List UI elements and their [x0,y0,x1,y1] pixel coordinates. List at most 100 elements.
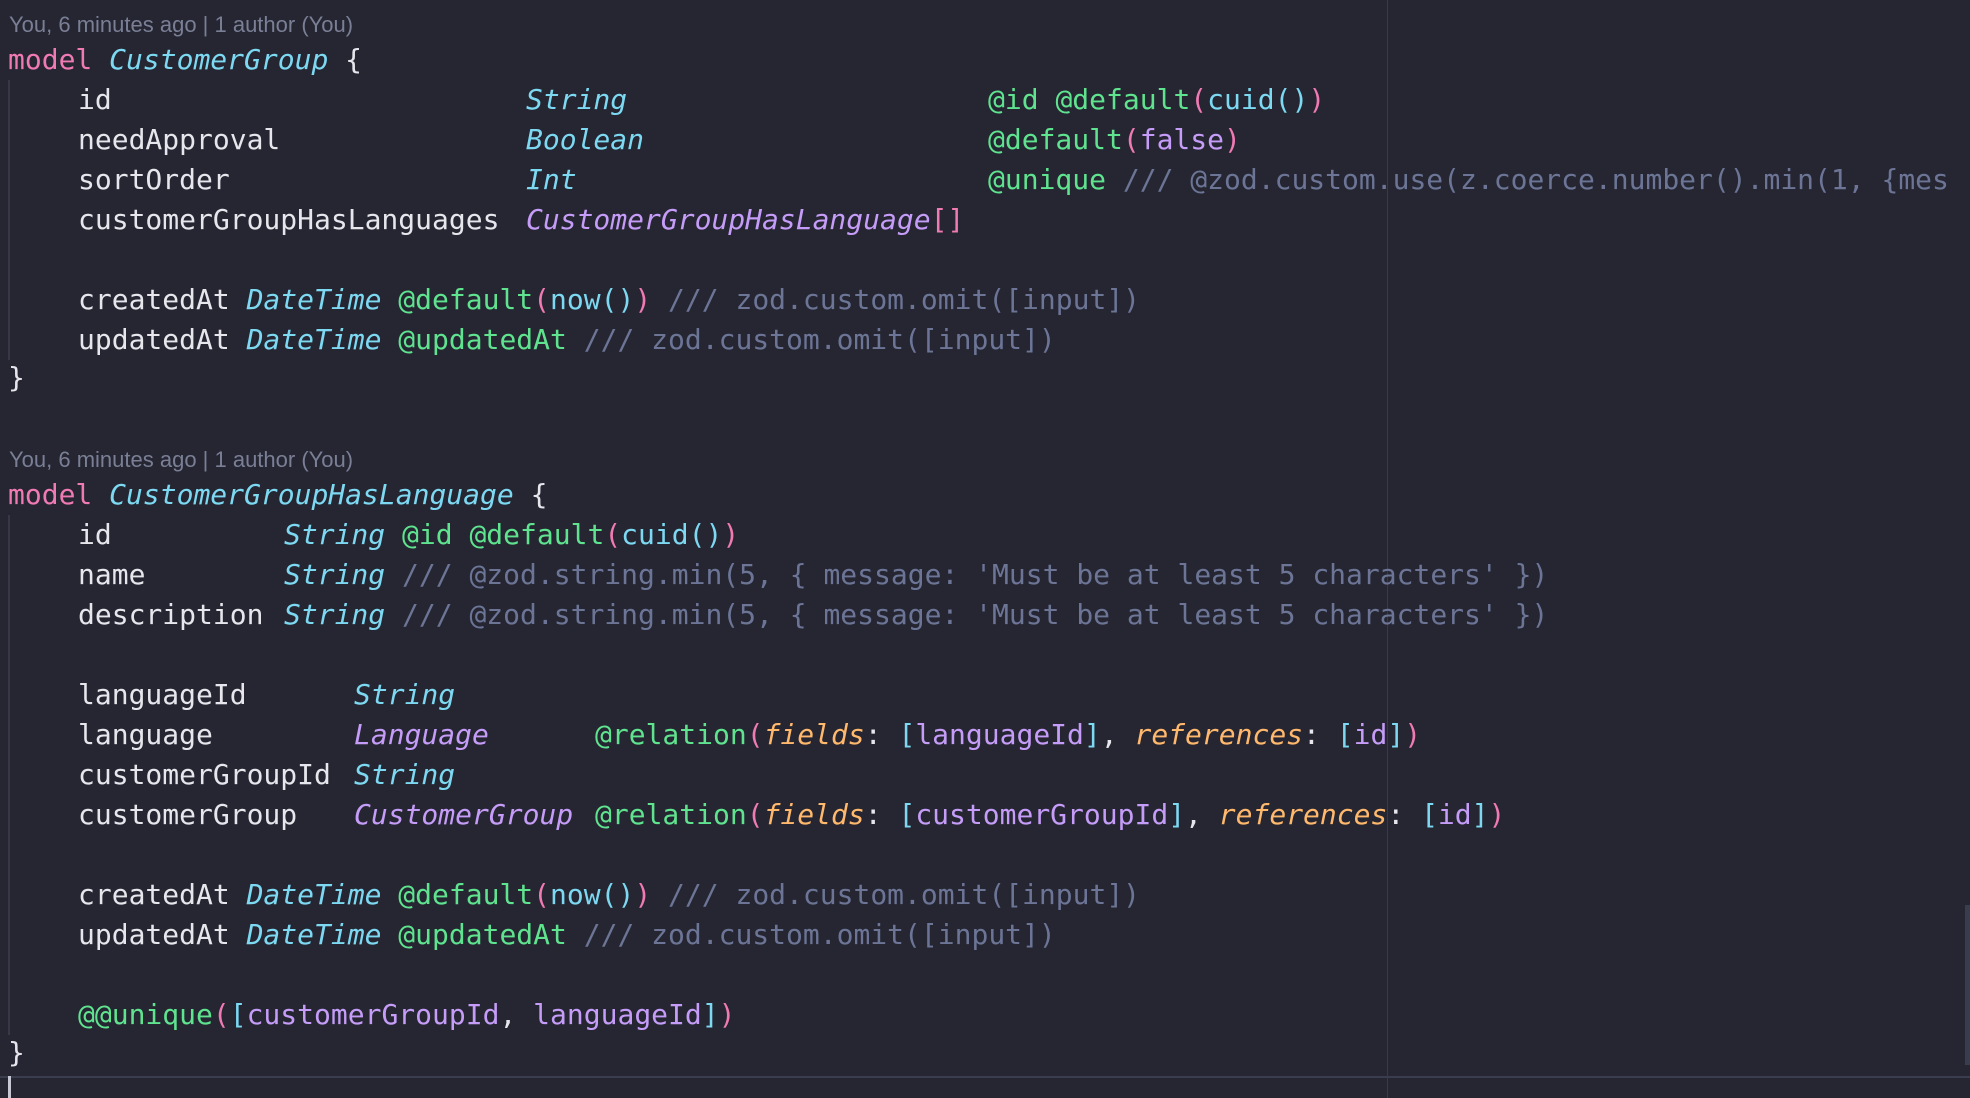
field-type: String [284,558,386,591]
field-name: name [78,558,146,591]
block-attribute: @@unique([customerGroupId, languageId]) [78,995,735,1035]
field-type: String [526,83,628,116]
comma: , [499,998,517,1031]
model-close[interactable]: } [8,1033,25,1073]
function-name: cuid [621,518,689,551]
model-header[interactable]: model CustomerGroup { [8,40,362,80]
doc-comment: /// @zod.custom.use(z.coerce.number().mi… [1122,163,1949,196]
colon: : [1387,798,1405,831]
paren: ) [1224,123,1241,156]
field-name: needApproval [78,123,281,156]
field-type: DateTime [246,283,382,316]
field-name: updatedAt [78,918,230,951]
code-editor[interactable]: You, 6 minutes ago | 1 author (You) mode… [0,0,1970,1098]
paren: ) [718,998,736,1031]
argument-value: id [1437,798,1472,831]
doc-comment: /// zod.custom.omit([input]) [668,283,1141,316]
field-name: id [78,83,112,116]
attribute: @updatedAt [398,918,567,951]
argument-value: languageId [533,998,702,1031]
field-name: language [78,718,213,751]
attribute: @default [469,518,605,551]
field-name: sortOrder [78,163,230,196]
field-name: languageId [78,678,247,711]
code-lens-blame[interactable]: You, 6 minutes ago | 1 author (You) [9,445,353,475]
paren: ( [1190,83,1208,116]
colon: : [1303,718,1320,751]
field-attributes: @id @default(cuid()) [988,80,1325,120]
argument-name: fields [763,798,865,831]
text-cursor [8,1076,11,1098]
doc-comment: /// @zod.string.min(5, { message: 'Must … [402,558,1549,591]
colon: : [864,718,882,751]
field-type: String [284,598,386,631]
paren: ( [746,798,764,831]
bracket: [ [1336,718,1354,751]
code-lens-blame[interactable]: You, 6 minutes ago | 1 author (You) [9,10,353,40]
open-brace: { [345,43,363,76]
array-brackets: [] [930,203,965,236]
field-content: updatedAt DateTime @updatedAt /// zod.cu… [78,320,1056,360]
field-type: CustomerGroup [354,798,574,831]
argument-name: references [1218,798,1388,831]
field-name: id [78,518,112,551]
field-content: createdAt DateTime @default(now()) /// z… [78,280,1140,320]
function-name: now [550,878,601,911]
bracket: [ [898,718,916,751]
field-attributes: @relation(fields: [languageId], referenc… [595,715,1421,755]
field-content: String /// @zod.string.min(5, { message:… [284,555,1548,595]
comma: , [1100,718,1118,751]
comma: , [1185,798,1202,831]
field-content: String /// @zod.string.min(5, { message:… [284,595,1548,635]
paren: ( [533,283,551,316]
paren: ) [634,283,652,316]
attribute: @default [398,878,534,911]
bracket: ] [701,998,719,1031]
bracket: ] [1387,718,1405,751]
field-name: description [78,598,264,631]
field-type-wrap: CustomerGroupHasLanguage[] [526,200,964,240]
attribute: @default [398,283,534,316]
field-name: updatedAt [78,323,230,356]
function-parens: () [600,283,635,316]
function-parens: () [600,878,635,911]
function-parens: () [1274,83,1309,116]
field-name: createdAt [78,878,230,911]
indent-guide [8,80,10,360]
function-name: now [550,283,601,316]
paren: ) [722,518,740,551]
field-type: Language [354,718,489,751]
model-close[interactable]: } [8,358,25,398]
attribute: @id [402,518,453,551]
field-type: Int [526,163,577,196]
argument-value: id [1353,718,1388,751]
attribute: @default [988,123,1123,156]
paren: ) [1404,718,1422,751]
open-brace: { [530,478,548,511]
panel-divider [0,1076,1970,1078]
field-content: String @id @default(cuid()) [284,515,739,555]
bracket: [ [229,998,247,1031]
paren: ( [746,718,764,751]
indent-guide [8,515,10,1035]
field-type: Boolean [526,123,645,156]
model-name: CustomerGroup [109,43,329,76]
scrollbar-thumb[interactable] [1965,905,1970,1065]
bracket: ] [1168,798,1186,831]
argument-value: customerGroupId [246,998,500,1031]
field-type: CustomerGroupHasLanguage [526,203,931,236]
literal-value: false [1139,123,1225,156]
doc-comment: /// zod.custom.omit([input]) [668,878,1141,911]
field-content: createdAt DateTime @default(now()) /// z… [78,875,1140,915]
field-attributes: @default(false) [988,120,1241,160]
attribute: @relation [595,718,747,751]
field-type: String [354,678,456,711]
field-attributes: @relation(fields: [customerGroupId], ref… [595,795,1505,835]
field-type: DateTime [246,323,382,356]
model-header[interactable]: model CustomerGroupHasLanguage { [8,475,547,515]
colon: : [864,798,882,831]
function-name: cuid [1207,83,1275,116]
bracket: [ [1421,798,1438,831]
field-type: DateTime [246,878,382,911]
attribute: @id [988,83,1039,116]
